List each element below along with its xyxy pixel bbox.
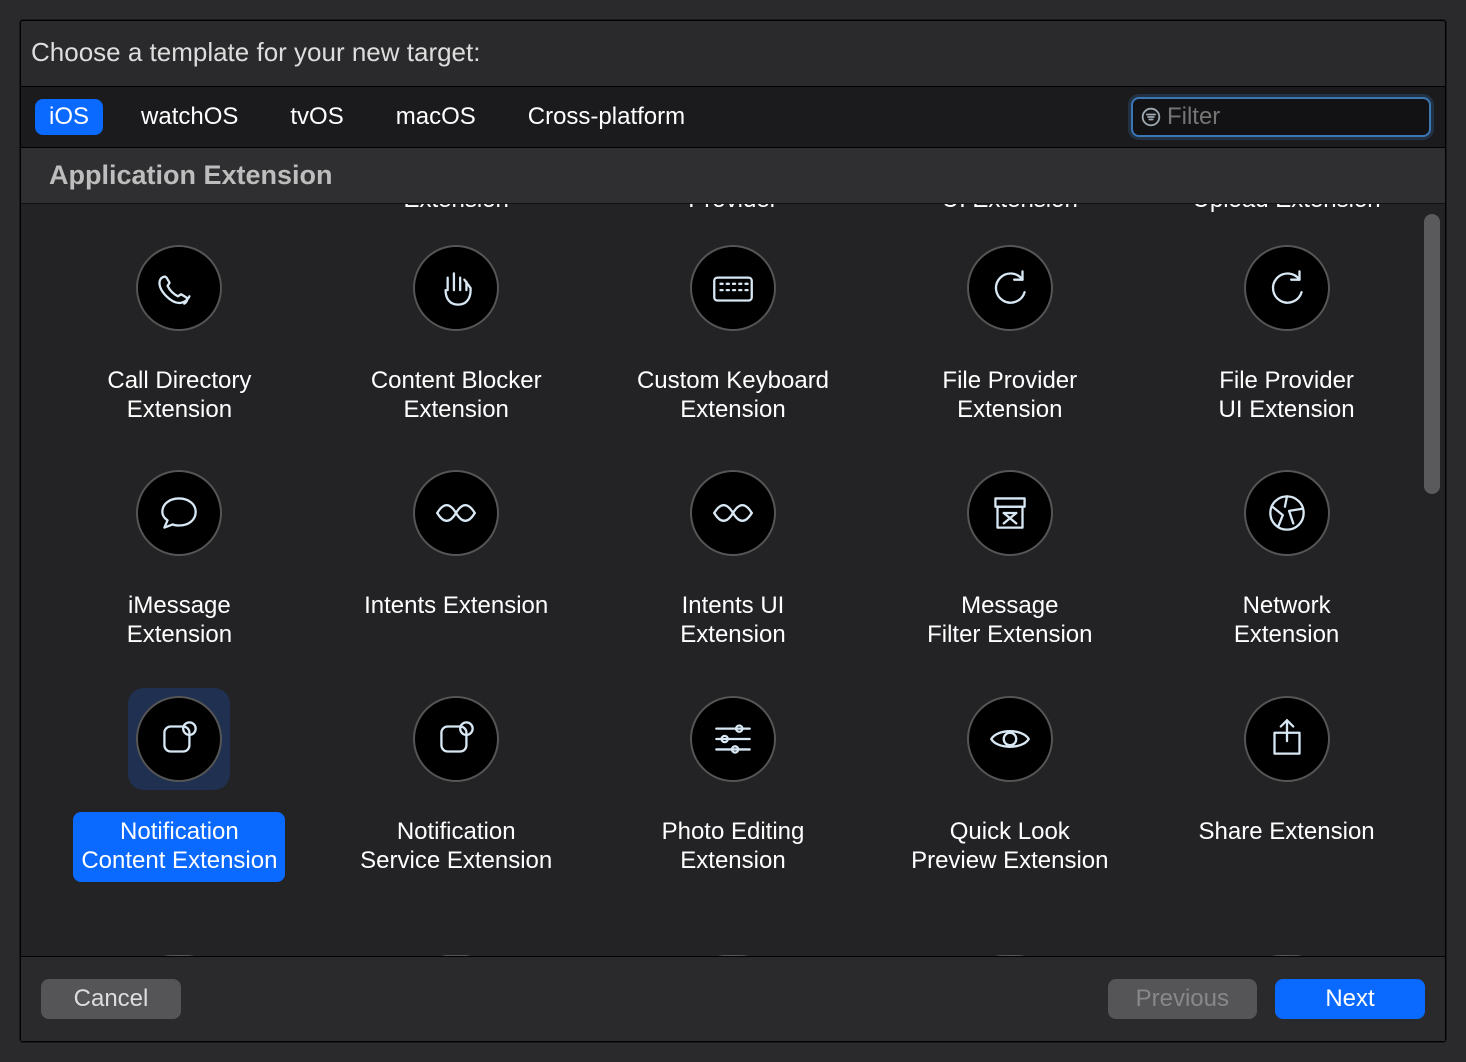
template-label: Content BlockerExtension xyxy=(363,361,550,431)
cycle-icon xyxy=(1244,245,1330,331)
template-item-partial[interactable]: - xyxy=(41,204,318,221)
template-icon-wrap xyxy=(1236,688,1338,790)
tab-ios[interactable]: iOS xyxy=(35,99,103,135)
template-item-partial[interactable]: Provider xyxy=(595,204,872,221)
notif-icon xyxy=(136,696,222,782)
template-chooser-dialog: Choose a template for your new target: i… xyxy=(20,20,1446,1042)
previous-button[interactable]: Previous xyxy=(1108,979,1257,1019)
filter-icon xyxy=(1141,106,1161,128)
template-item[interactable]: Quick LookPreview Extension xyxy=(871,682,1148,882)
template-icon-wrap xyxy=(682,688,784,790)
template-icon-wrap xyxy=(682,922,784,956)
globe-icon xyxy=(1244,470,1330,556)
next-button[interactable]: Next xyxy=(1275,979,1425,1019)
template-label: NotificationService Extension xyxy=(352,812,560,882)
template-label: File ProviderExtension xyxy=(934,361,1085,431)
template-label: NotificationContent Extension xyxy=(73,812,285,882)
rect-icon xyxy=(1244,955,1330,956)
template-item[interactable]: NotificationContent Extension xyxy=(41,682,318,882)
phone-icon xyxy=(136,245,222,331)
template-icon-wrap xyxy=(128,922,230,956)
template-item[interactable]: File ProviderUI Extension xyxy=(1148,231,1425,431)
template-label: Call DirectoryExtension xyxy=(99,361,259,431)
template-label: Photo EditingExtension xyxy=(654,812,813,882)
template-item-partial[interactable]: UI Extension xyxy=(871,204,1148,221)
template-label: MessageFilter Extension xyxy=(919,586,1100,656)
template-item[interactable] xyxy=(41,922,318,956)
bubble-icon xyxy=(136,470,222,556)
section-header: Application Extension xyxy=(21,148,1445,204)
template-item-partial[interactable]: Upload Extension xyxy=(1148,204,1425,221)
wave-icon xyxy=(690,470,776,556)
template-item[interactable]: File ProviderExtension xyxy=(871,231,1148,431)
template-icon-wrap xyxy=(128,237,230,339)
wave-icon xyxy=(413,470,499,556)
template-item-partial[interactable]: Extension xyxy=(318,204,595,221)
template-label: iMessageExtension xyxy=(119,586,240,656)
template-icon-wrap xyxy=(959,688,1061,790)
template-icon-wrap xyxy=(1236,462,1338,564)
template-label: Custom KeyboardExtension xyxy=(629,361,837,431)
template-item[interactable]: Custom KeyboardExtension xyxy=(595,231,872,431)
template-icon-wrap xyxy=(405,462,507,564)
grid4-icon xyxy=(413,955,499,956)
template-icon-wrap: 17 xyxy=(959,922,1061,956)
template-item[interactable]: 17 xyxy=(871,922,1148,956)
template-icon-wrap xyxy=(959,237,1061,339)
template-item[interactable]: Content BlockerExtension xyxy=(318,231,595,431)
template-icon-wrap xyxy=(405,237,507,339)
tab-tvos[interactable]: tvOS xyxy=(276,99,357,135)
eye-icon xyxy=(967,696,1053,782)
template-item[interactable]: MessageFilter Extension xyxy=(871,456,1148,656)
template-item[interactable]: iMessageExtension xyxy=(41,456,318,656)
dialog-footer: Cancel Previous Next xyxy=(21,956,1445,1041)
platform-toolbar: iOS watchOS tvOS macOS Cross-platform xyxy=(21,86,1445,148)
template-item[interactable]: Photo EditingExtension xyxy=(595,682,872,882)
rect-icon xyxy=(690,955,776,956)
cycle-icon xyxy=(967,245,1053,331)
keyboard-icon xyxy=(690,245,776,331)
template-scroll-area[interactable]: - Extension Provider UI Extension Upload… xyxy=(21,204,1445,956)
template-icon-wrap xyxy=(405,922,507,956)
circle-icon xyxy=(136,955,222,956)
template-label: NetworkExtension xyxy=(1226,586,1347,656)
template-item[interactable]: Call DirectoryExtension xyxy=(41,231,318,431)
archive-icon xyxy=(967,470,1053,556)
template-icon-wrap xyxy=(682,237,784,339)
tab-macos[interactable]: macOS xyxy=(382,99,490,135)
notif-icon xyxy=(413,696,499,782)
cancel-button[interactable]: Cancel xyxy=(41,979,181,1019)
template-icon-wrap xyxy=(405,688,507,790)
dialog-title: Choose a template for your new target: xyxy=(21,21,1445,86)
filter-field-wrapper[interactable] xyxy=(1131,97,1431,137)
template-label: Intents Extension xyxy=(356,586,556,627)
template-label: Share Extension xyxy=(1191,812,1383,853)
template-icon-wrap xyxy=(1236,237,1338,339)
template-item[interactable]: NotificationService Extension xyxy=(318,682,595,882)
template-icon-wrap xyxy=(959,462,1061,564)
filter-input[interactable] xyxy=(1167,103,1421,131)
template-item[interactable]: Intents Extension xyxy=(318,456,595,656)
template-item[interactable] xyxy=(318,922,595,956)
template-label: Quick LookPreview Extension xyxy=(903,812,1116,882)
tab-watchos[interactable]: watchOS xyxy=(127,99,252,135)
share-icon xyxy=(1244,696,1330,782)
template-icon-wrap xyxy=(128,462,230,564)
template-item[interactable]: Share Extension xyxy=(1148,682,1425,882)
num17-icon: 17 xyxy=(967,955,1053,956)
template-label: Intents UIExtension xyxy=(672,586,793,656)
template-icon-wrap xyxy=(682,462,784,564)
template-item[interactable] xyxy=(595,922,872,956)
tab-cross-platform[interactable]: Cross-platform xyxy=(514,99,699,135)
template-icon-wrap xyxy=(128,688,230,790)
template-icon-wrap xyxy=(1236,922,1338,956)
template-item[interactable]: Intents UIExtension xyxy=(595,456,872,656)
template-item[interactable] xyxy=(1148,922,1425,956)
sliders-icon xyxy=(690,696,776,782)
template-item[interactable]: NetworkExtension xyxy=(1148,456,1425,656)
template-label: File ProviderUI Extension xyxy=(1211,361,1363,431)
hand-icon xyxy=(413,245,499,331)
